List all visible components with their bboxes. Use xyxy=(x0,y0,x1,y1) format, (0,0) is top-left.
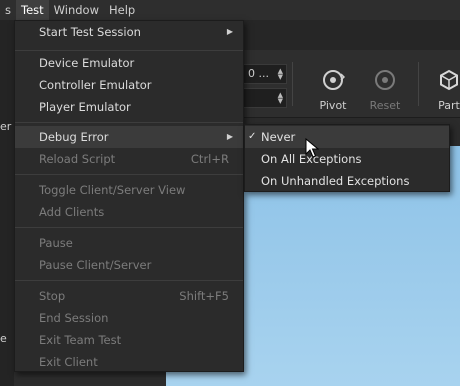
submenu-item-label: On Unhandled Exceptions xyxy=(261,174,410,188)
pivot-button[interactable]: Pivot xyxy=(310,62,356,114)
menu-item-label: End Session xyxy=(39,311,109,325)
menu-separator xyxy=(15,50,243,51)
menu-item-label: Add Clients xyxy=(39,205,105,219)
menu-item-device-emulator[interactable]: Device Emulator xyxy=(15,52,243,74)
mouse-cursor-icon xyxy=(305,138,319,158)
menu-item-toggle-client-server-view[interactable]: Toggle Client/Server View xyxy=(15,179,243,201)
part-button[interactable]: Part xyxy=(426,62,460,114)
numeric-field-1-value: 0 ... xyxy=(248,67,269,80)
menu-item-start-test-session[interactable]: Start Test Session ▶ xyxy=(15,21,243,43)
menu-separator xyxy=(15,122,243,123)
submenu-item-on-all-exceptions[interactable]: On All Exceptions xyxy=(245,148,449,170)
menu-item-label: Exit Team Test xyxy=(39,333,122,347)
submenu-item-on-unhandled-exceptions[interactable]: On Unhandled Exceptions xyxy=(245,170,449,192)
menu-item-label: Pause xyxy=(39,236,73,250)
menu-separator xyxy=(15,280,243,281)
menu-item-label: Toggle Client/Server View xyxy=(39,183,186,197)
submenu-item-never[interactable]: ✓ Never xyxy=(245,126,449,148)
menu-item-pause[interactable]: Pause xyxy=(15,232,243,254)
part-cube-icon xyxy=(440,69,458,91)
menu-item-reload-script[interactable]: Reload Script Ctrl+R xyxy=(15,148,243,170)
submenu-item-label: Never xyxy=(261,130,296,144)
menu-separator xyxy=(15,227,243,228)
menu-item-pause-client-server[interactable]: Pause Client/Server xyxy=(15,254,243,276)
panel-edge-text: e xyxy=(0,332,7,345)
menu-item-add-clients[interactable]: Add Clients xyxy=(15,201,243,223)
reset-icon xyxy=(375,70,395,90)
menu-item-shortcut: Ctrl+R xyxy=(190,152,229,166)
menu-item-label: Reload Script xyxy=(39,152,116,166)
menu-window[interactable]: Window xyxy=(49,0,104,20)
menu-item-exit-team-test[interactable]: Exit Team Test xyxy=(15,329,243,351)
menu-partial-item[interactable]: s xyxy=(0,0,16,20)
toolbar-divider xyxy=(418,62,419,106)
menu-item-label: Controller Emulator xyxy=(39,78,152,92)
numeric-field-2[interactable]: ▲ ▼ xyxy=(243,88,287,108)
menu-item-label: Player Emulator xyxy=(39,100,131,114)
menu-item-controller-emulator[interactable]: Controller Emulator xyxy=(15,74,243,96)
menu-item-end-session[interactable]: End Session xyxy=(15,307,243,329)
menu-item-exit-client[interactable]: Exit Client xyxy=(15,351,243,373)
menu-item-label: Debug Error xyxy=(39,130,109,144)
submenu-arrow-icon: ▶ xyxy=(226,27,233,36)
panel-edge-text: er xyxy=(0,120,12,133)
submenu-arrow-icon: ▶ xyxy=(226,132,233,141)
menu-help[interactable]: Help xyxy=(104,0,140,20)
reset-label: Reset xyxy=(369,99,401,112)
menu-item-shortcut: Shift+F5 xyxy=(179,289,229,303)
menu-item-label: Stop xyxy=(39,289,66,303)
reset-button[interactable]: Reset xyxy=(362,62,408,114)
part-label: Part xyxy=(438,99,460,112)
menu-item-label: Device Emulator xyxy=(39,56,135,70)
checkmark-icon: ✓ xyxy=(248,131,257,142)
pivot-label: Pivot xyxy=(319,99,347,112)
menu-item-stop[interactable]: Stop Shift+F5 xyxy=(15,285,243,307)
menu-bar: s Test Window Help xyxy=(0,0,460,20)
menu-item-debug-error[interactable]: Debug Error ▶ xyxy=(15,126,243,148)
stepper-icon[interactable]: ▲ ▼ xyxy=(278,68,283,81)
stepper-icon[interactable]: ▲ ▼ xyxy=(278,92,283,105)
menu-item-label: Pause Client/Server xyxy=(39,258,152,272)
menu-test[interactable]: Test xyxy=(16,0,49,20)
test-menu-dropdown: Start Test Session ▶ Device Emulator Con… xyxy=(14,20,244,372)
toolbar-divider xyxy=(292,62,293,106)
pivot-icon xyxy=(323,70,346,90)
menu-separator xyxy=(15,174,243,175)
debug-error-submenu: ✓ Never On All Exceptions On Unhandled E… xyxy=(244,124,450,192)
menu-item-player-emulator[interactable]: Player Emulator xyxy=(15,96,243,118)
menu-item-label: Start Test Session xyxy=(39,25,141,39)
numeric-field-1[interactable]: 0 ... ▲ ▼ xyxy=(243,64,287,84)
menu-item-label: Exit Client xyxy=(39,355,98,369)
